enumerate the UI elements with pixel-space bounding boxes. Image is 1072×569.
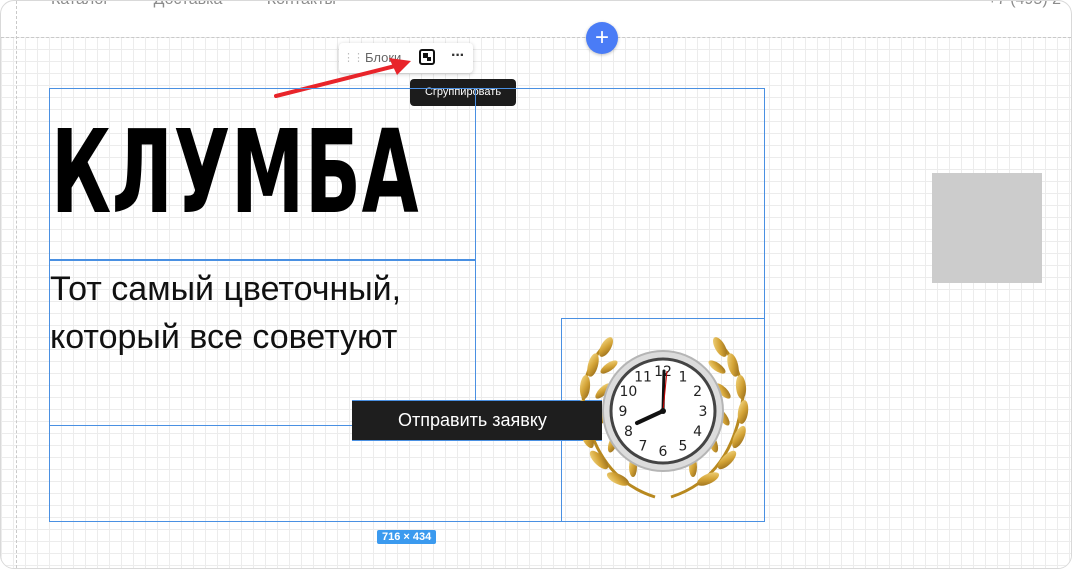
clock-number: 4 [693, 424, 702, 440]
site-nav: Каталог Доставка Контакты [51, 1, 376, 9]
clock-number: 5 [679, 439, 688, 455]
nav-item-delivery[interactable]: Доставка [154, 1, 223, 8]
group-icon[interactable] [419, 49, 435, 65]
placeholder-block[interactable] [932, 173, 1042, 283]
send-request-button[interactable]: Отправить заявку [352, 401, 602, 440]
clock-number: 11 [634, 369, 652, 385]
clock-icon: 121234567891011 [602, 350, 724, 472]
clock-number: 6 [659, 444, 668, 460]
editor-canvas: Каталог Доставка Контакты +7 (495) 2 + ⋮… [0, 0, 1072, 569]
left-guide-line [16, 1, 17, 568]
clock-number: 9 [619, 404, 628, 420]
clock-number: 8 [624, 424, 633, 440]
add-block-button[interactable]: + [586, 22, 618, 54]
more-options-icon[interactable]: ··· [451, 47, 465, 65]
size-badge: 716 × 434 [377, 530, 437, 544]
subtitle-line-2: который все советуют [50, 318, 398, 356]
clock-number: 3 [699, 404, 708, 420]
clock-number: 7 [639, 439, 648, 455]
clock-number: 1 [679, 369, 688, 385]
clock-number: 10 [619, 384, 637, 400]
subtitle-line-1: Тот самый цветочный, [50, 270, 402, 308]
phone-number: +7 (495) 2 [988, 1, 1061, 9]
nav-item-contacts[interactable]: Контакты [267, 1, 336, 8]
hero-title[interactable]: КЛУМБА [51, 104, 419, 242]
nav-item-catalog[interactable]: Каталог [51, 1, 109, 8]
clock-number: 2 [693, 384, 702, 400]
header-guide-line [1, 37, 1071, 38]
hero-subtitle[interactable]: Тот самый цветочный, который все советую… [50, 265, 401, 361]
